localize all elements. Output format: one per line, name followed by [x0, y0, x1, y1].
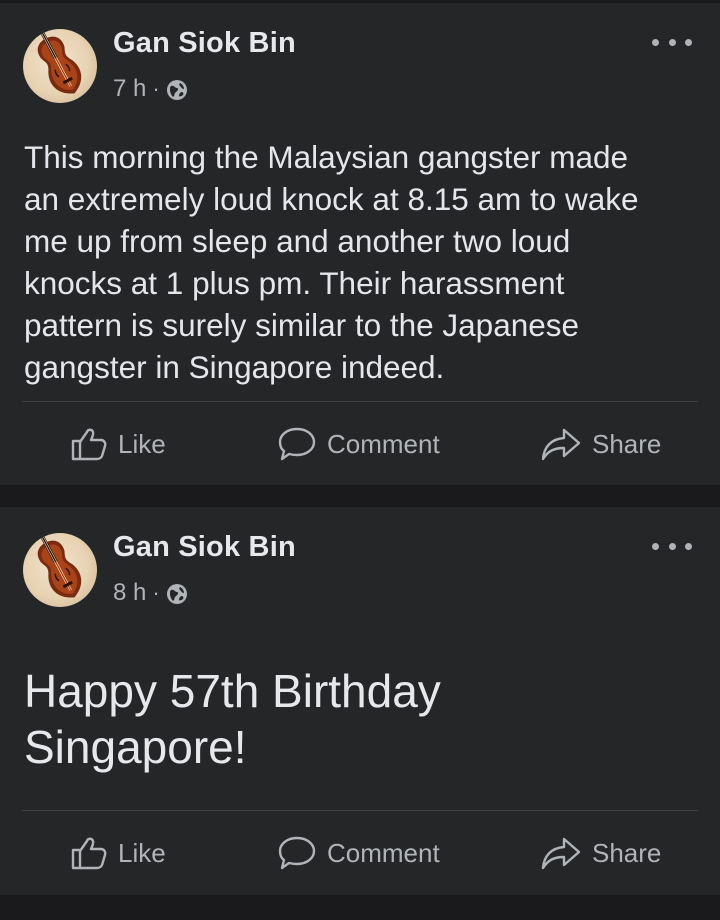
share-label: Share	[592, 428, 662, 459]
divider	[22, 810, 698, 811]
author-name[interactable]: Gan Siok Bin	[113, 27, 296, 60]
comment-button[interactable]: Comment	[277, 425, 440, 463]
post-time[interactable]: 8 h	[113, 579, 146, 607]
globe-icon	[166, 79, 188, 101]
thumbs-up-icon	[71, 837, 107, 870]
share-button[interactable]: Share	[540, 834, 661, 872]
more-options-icon[interactable]	[652, 31, 692, 53]
like-label: Like	[118, 428, 166, 459]
meta-separator: ·	[152, 76, 160, 101]
author-name[interactable]: Gan Siok Bin	[113, 531, 296, 564]
comment-bubble-icon	[278, 836, 316, 870]
avatar[interactable]	[23, 533, 97, 607]
divider	[22, 401, 698, 402]
post-time[interactable]: 7 h	[113, 75, 146, 103]
share-arrow-icon	[541, 428, 581, 461]
comment-bubble-icon	[278, 427, 316, 461]
globe-icon	[166, 583, 188, 605]
comment-label: Comment	[327, 428, 440, 459]
comment-label: Comment	[327, 837, 440, 868]
post-meta: 7 h ·	[113, 75, 188, 103]
like-label: Like	[118, 837, 166, 868]
post-text: Happy 57th Birthday Singapore!	[24, 665, 441, 773]
comment-button[interactable]: Comment	[277, 834, 440, 872]
post-text: This morning the Malaysian gangster made…	[24, 139, 639, 385]
more-options-icon[interactable]	[652, 535, 692, 557]
like-button[interactable]: Like	[70, 425, 166, 463]
violin-profile-image	[37, 533, 82, 598]
like-button[interactable]: Like	[70, 834, 166, 872]
share-arrow-icon	[541, 837, 581, 870]
violin-profile-image	[37, 29, 82, 94]
share-label: Share	[592, 837, 662, 868]
news-feed: Gan Siok Bin 7 h · This morning the Mala…	[0, 0, 720, 920]
thumbs-up-icon	[71, 428, 107, 461]
meta-separator: ·	[152, 580, 160, 605]
share-button[interactable]: Share	[540, 425, 661, 463]
post-meta: 8 h ·	[113, 579, 188, 607]
post-card: Gan Siok Bin 8 h · Happy 57th Birthday S…	[0, 507, 720, 895]
post-card: Gan Siok Bin 7 h · This morning the Mala…	[0, 3, 720, 485]
avatar[interactable]	[23, 29, 97, 103]
